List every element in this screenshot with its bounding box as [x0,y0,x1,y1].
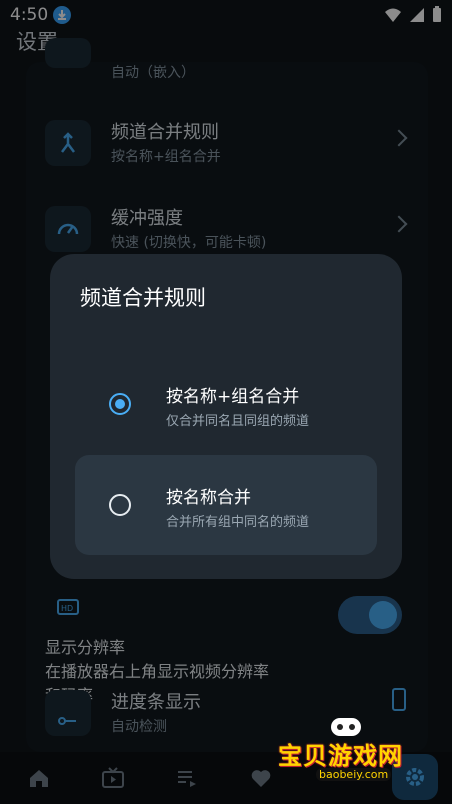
option-name-only[interactable]: 按名称合并 合并所有组中同名的频道 [75,455,377,555]
option-title: 按名称+组名合并 [166,387,300,407]
option-subtitle: 仅合并同名且同组的频道 [166,414,310,429]
watermark-url: baobeiy.com [316,768,392,781]
watermark-text: 宝贝游戏网 [278,742,403,770]
dialog-title: 频道合并规则 [80,286,206,310]
option-subtitle: 合并所有组中同名的频道 [166,515,310,530]
option-title: 按名称合并 [166,488,251,508]
radio-unselected-icon[interactable] [109,494,131,516]
gamepad-icon [331,718,361,736]
radio-selected-icon[interactable] [109,393,131,415]
watermark-logo: 宝贝游戏网 baobeiy.com [270,712,420,782]
merge-rule-dialog: 频道合并规则 按名称+组名合并 仅合并同名且同组的频道 按名称合并 合并所有组中… [50,254,402,579]
option-name-and-group[interactable]: 按名称+组名合并 仅合并同名且同组的频道 [75,354,377,454]
